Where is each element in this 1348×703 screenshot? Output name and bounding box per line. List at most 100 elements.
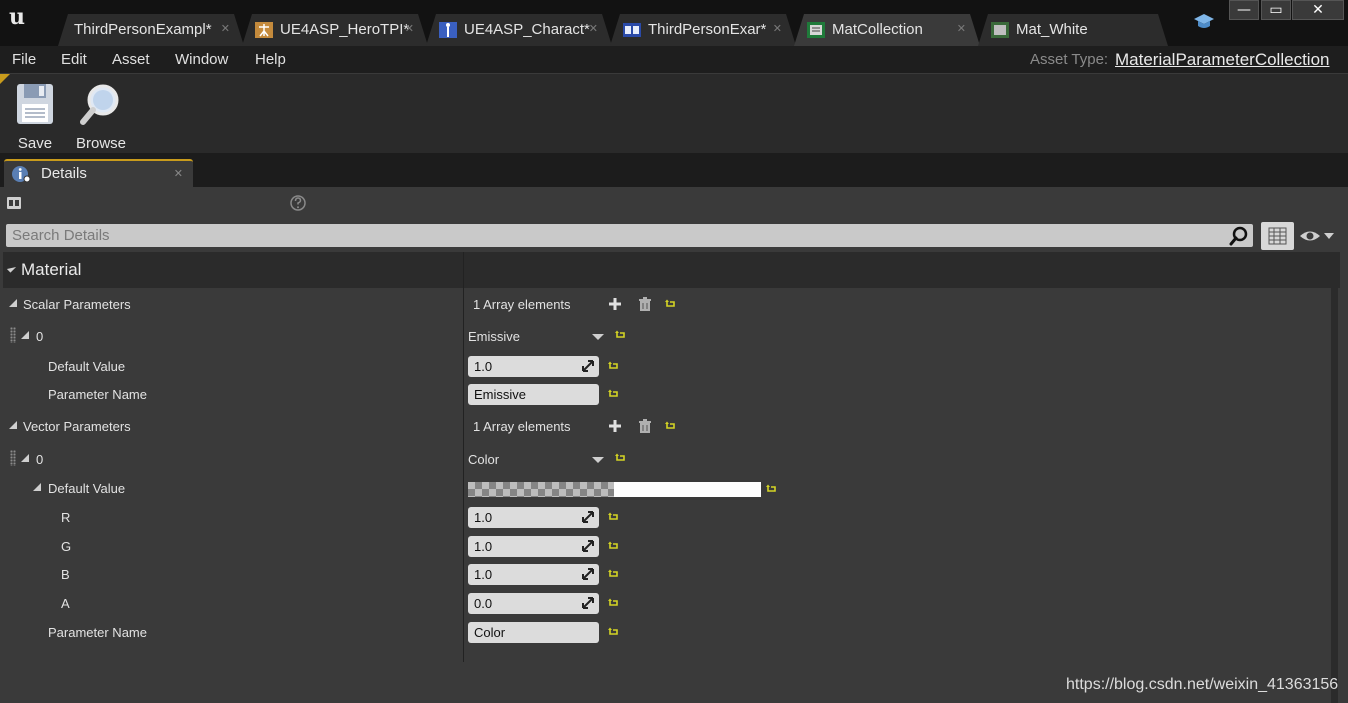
tab-label: Mat_White bbox=[1016, 21, 1088, 38]
close-icon[interactable]: ✕ bbox=[589, 22, 598, 35]
close-window-button[interactable]: ✕ bbox=[1292, 0, 1344, 20]
minimize-button[interactable]: — bbox=[1229, 0, 1259, 20]
expand-arrow-icon[interactable] bbox=[21, 331, 29, 339]
expand-arrow-icon[interactable] bbox=[9, 299, 17, 307]
default-value-spinbox[interactable]: 1.0 bbox=[468, 356, 599, 377]
close-icon[interactable]: ✕ bbox=[773, 22, 782, 35]
drag-resize-icon bbox=[582, 360, 594, 372]
watermark-text: https://blog.csdn.net/weixin_41363156 bbox=[1066, 676, 1339, 693]
tab-details[interactable]: Details ✕ bbox=[4, 159, 193, 187]
parameter-name-text: Emissive bbox=[474, 387, 527, 402]
close-icon[interactable]: ✕ bbox=[405, 22, 414, 35]
channel-b-spinbox[interactable]: 1.0 bbox=[468, 564, 599, 585]
view-options-eye-icon[interactable] bbox=[1299, 227, 1337, 245]
reset-to-default-icon[interactable] bbox=[608, 598, 620, 610]
reset-to-default-icon[interactable] bbox=[615, 330, 627, 342]
trash-icon[interactable] bbox=[638, 419, 652, 434]
tab-third-person-example-map[interactable]: ThirdPersonExampl* ✕ bbox=[58, 14, 244, 46]
maximize-button[interactable]: ▭ bbox=[1261, 0, 1291, 20]
row-scalar-default-value: Default Value 1.0 bbox=[3, 352, 1330, 380]
search-box bbox=[6, 224, 1253, 247]
parameter-name-label: Parameter Name bbox=[48, 387, 147, 402]
element-index: 0 bbox=[36, 329, 44, 344]
collapse-arrow-icon[interactable] bbox=[6, 263, 17, 273]
drag-resize-icon bbox=[582, 540, 594, 552]
tab-character-skeleton[interactable]: UE4ASP_Charact* ✕ bbox=[426, 14, 612, 46]
channel-g-value: 1.0 bbox=[474, 539, 493, 554]
reset-to-default-icon[interactable] bbox=[608, 512, 620, 524]
menu-window[interactable]: Window bbox=[175, 51, 228, 68]
property-matrix-button[interactable] bbox=[1261, 222, 1294, 250]
lock-icon[interactable] bbox=[6, 195, 22, 211]
save-button[interactable]: Save bbox=[5, 80, 65, 152]
details-tab-label: Details bbox=[41, 165, 87, 182]
default-value-label: Default Value bbox=[48, 481, 126, 496]
parameter-name-text: Color bbox=[474, 625, 506, 640]
expand-arrow-icon[interactable] bbox=[33, 483, 41, 491]
parameter-name-input[interactable]: Color bbox=[468, 622, 599, 643]
graduation-cap-icon[interactable] bbox=[1193, 12, 1215, 32]
reset-to-default-icon[interactable] bbox=[665, 299, 677, 311]
dropdown-arrow-icon[interactable] bbox=[592, 334, 604, 340]
magnifier-icon bbox=[80, 84, 119, 125]
reset-to-default-icon[interactable] bbox=[608, 361, 620, 373]
channel-a-value: 0.0 bbox=[474, 596, 493, 611]
menu-help[interactable]: Help bbox=[255, 51, 286, 68]
search-icon[interactable] bbox=[1229, 226, 1249, 246]
grid-view-icon bbox=[1268, 227, 1287, 245]
row-color-a: A 0.0 bbox=[3, 589, 1330, 617]
add-element-icon[interactable] bbox=[608, 297, 622, 311]
details-tab-strip: Details ✕ bbox=[0, 153, 1348, 187]
menu-edit[interactable]: Edit bbox=[61, 51, 87, 68]
reset-to-default-icon[interactable] bbox=[766, 484, 778, 496]
parameter-name-input[interactable]: Emissive bbox=[468, 384, 599, 405]
drag-resize-icon bbox=[582, 568, 594, 580]
drag-handle-icon[interactable] bbox=[10, 450, 16, 466]
close-icon[interactable]: ✕ bbox=[957, 22, 966, 35]
expand-arrow-icon[interactable] bbox=[9, 421, 17, 429]
channel-r-spinbox[interactable]: 1.0 bbox=[468, 507, 599, 528]
unreal-logo-icon[interactable]: u bbox=[2, 2, 32, 32]
tab-label: MatCollection bbox=[832, 21, 923, 38]
menu-file[interactable]: File bbox=[12, 51, 36, 68]
tab-hero-physics-asset[interactable]: UE4ASP_HeroTPI* ✕ bbox=[242, 14, 428, 46]
menu-asset[interactable]: Asset bbox=[112, 51, 150, 68]
drag-resize-icon bbox=[582, 511, 594, 523]
channel-g-spinbox[interactable]: 1.0 bbox=[468, 536, 599, 557]
expand-arrow-icon[interactable] bbox=[21, 454, 29, 462]
info-icon bbox=[12, 166, 31, 183]
reset-to-default-icon[interactable] bbox=[608, 389, 620, 401]
reset-to-default-icon[interactable] bbox=[615, 453, 627, 465]
category-header-material[interactable]: Material bbox=[3, 252, 1340, 288]
close-icon[interactable]: ✕ bbox=[221, 22, 230, 35]
material-icon bbox=[990, 21, 1010, 39]
channel-a-spinbox[interactable]: 0.0 bbox=[468, 593, 599, 614]
channel-g-label: G bbox=[61, 539, 72, 554]
drag-handle-icon[interactable] bbox=[10, 327, 16, 343]
row-vector-element-0: 0 Color bbox=[3, 445, 1330, 473]
save-label: Save bbox=[17, 135, 53, 152]
add-element-icon[interactable] bbox=[608, 419, 622, 433]
blueprint-icon bbox=[622, 21, 642, 39]
reset-to-default-icon[interactable] bbox=[665, 421, 677, 433]
help-icon[interactable] bbox=[290, 195, 306, 211]
asset-type-link[interactable]: MaterialParameterCollection bbox=[1115, 50, 1329, 70]
browse-button[interactable]: Browse bbox=[71, 80, 131, 152]
row-scalar-element-0: 0 Emissive bbox=[3, 322, 1330, 350]
color-swatch[interactable] bbox=[468, 482, 761, 497]
reset-to-default-icon[interactable] bbox=[608, 627, 620, 639]
vertical-scrollbar[interactable] bbox=[1331, 252, 1338, 703]
default-value-text: 1.0 bbox=[474, 359, 493, 374]
tab-third-person-blueprint[interactable]: ThirdPersonExar* ✕ bbox=[610, 14, 796, 46]
tab-label: UE4ASP_Charact* bbox=[464, 21, 590, 38]
row-scalar-parameters: Scalar Parameters 1 Array elements bbox=[3, 290, 1330, 318]
tab-mat-white[interactable]: Mat_White bbox=[978, 14, 1168, 46]
reset-to-default-icon[interactable] bbox=[608, 541, 620, 553]
dropdown-arrow-icon[interactable] bbox=[592, 457, 604, 463]
tab-mat-collection[interactable]: MatCollection ✕ bbox=[794, 14, 980, 46]
close-icon[interactable]: ✕ bbox=[174, 167, 183, 180]
reset-to-default-icon[interactable] bbox=[608, 569, 620, 581]
search-input[interactable] bbox=[6, 224, 1226, 247]
row-scalar-parameter-name: Parameter Name Emissive bbox=[3, 380, 1330, 408]
trash-icon[interactable] bbox=[638, 297, 652, 312]
